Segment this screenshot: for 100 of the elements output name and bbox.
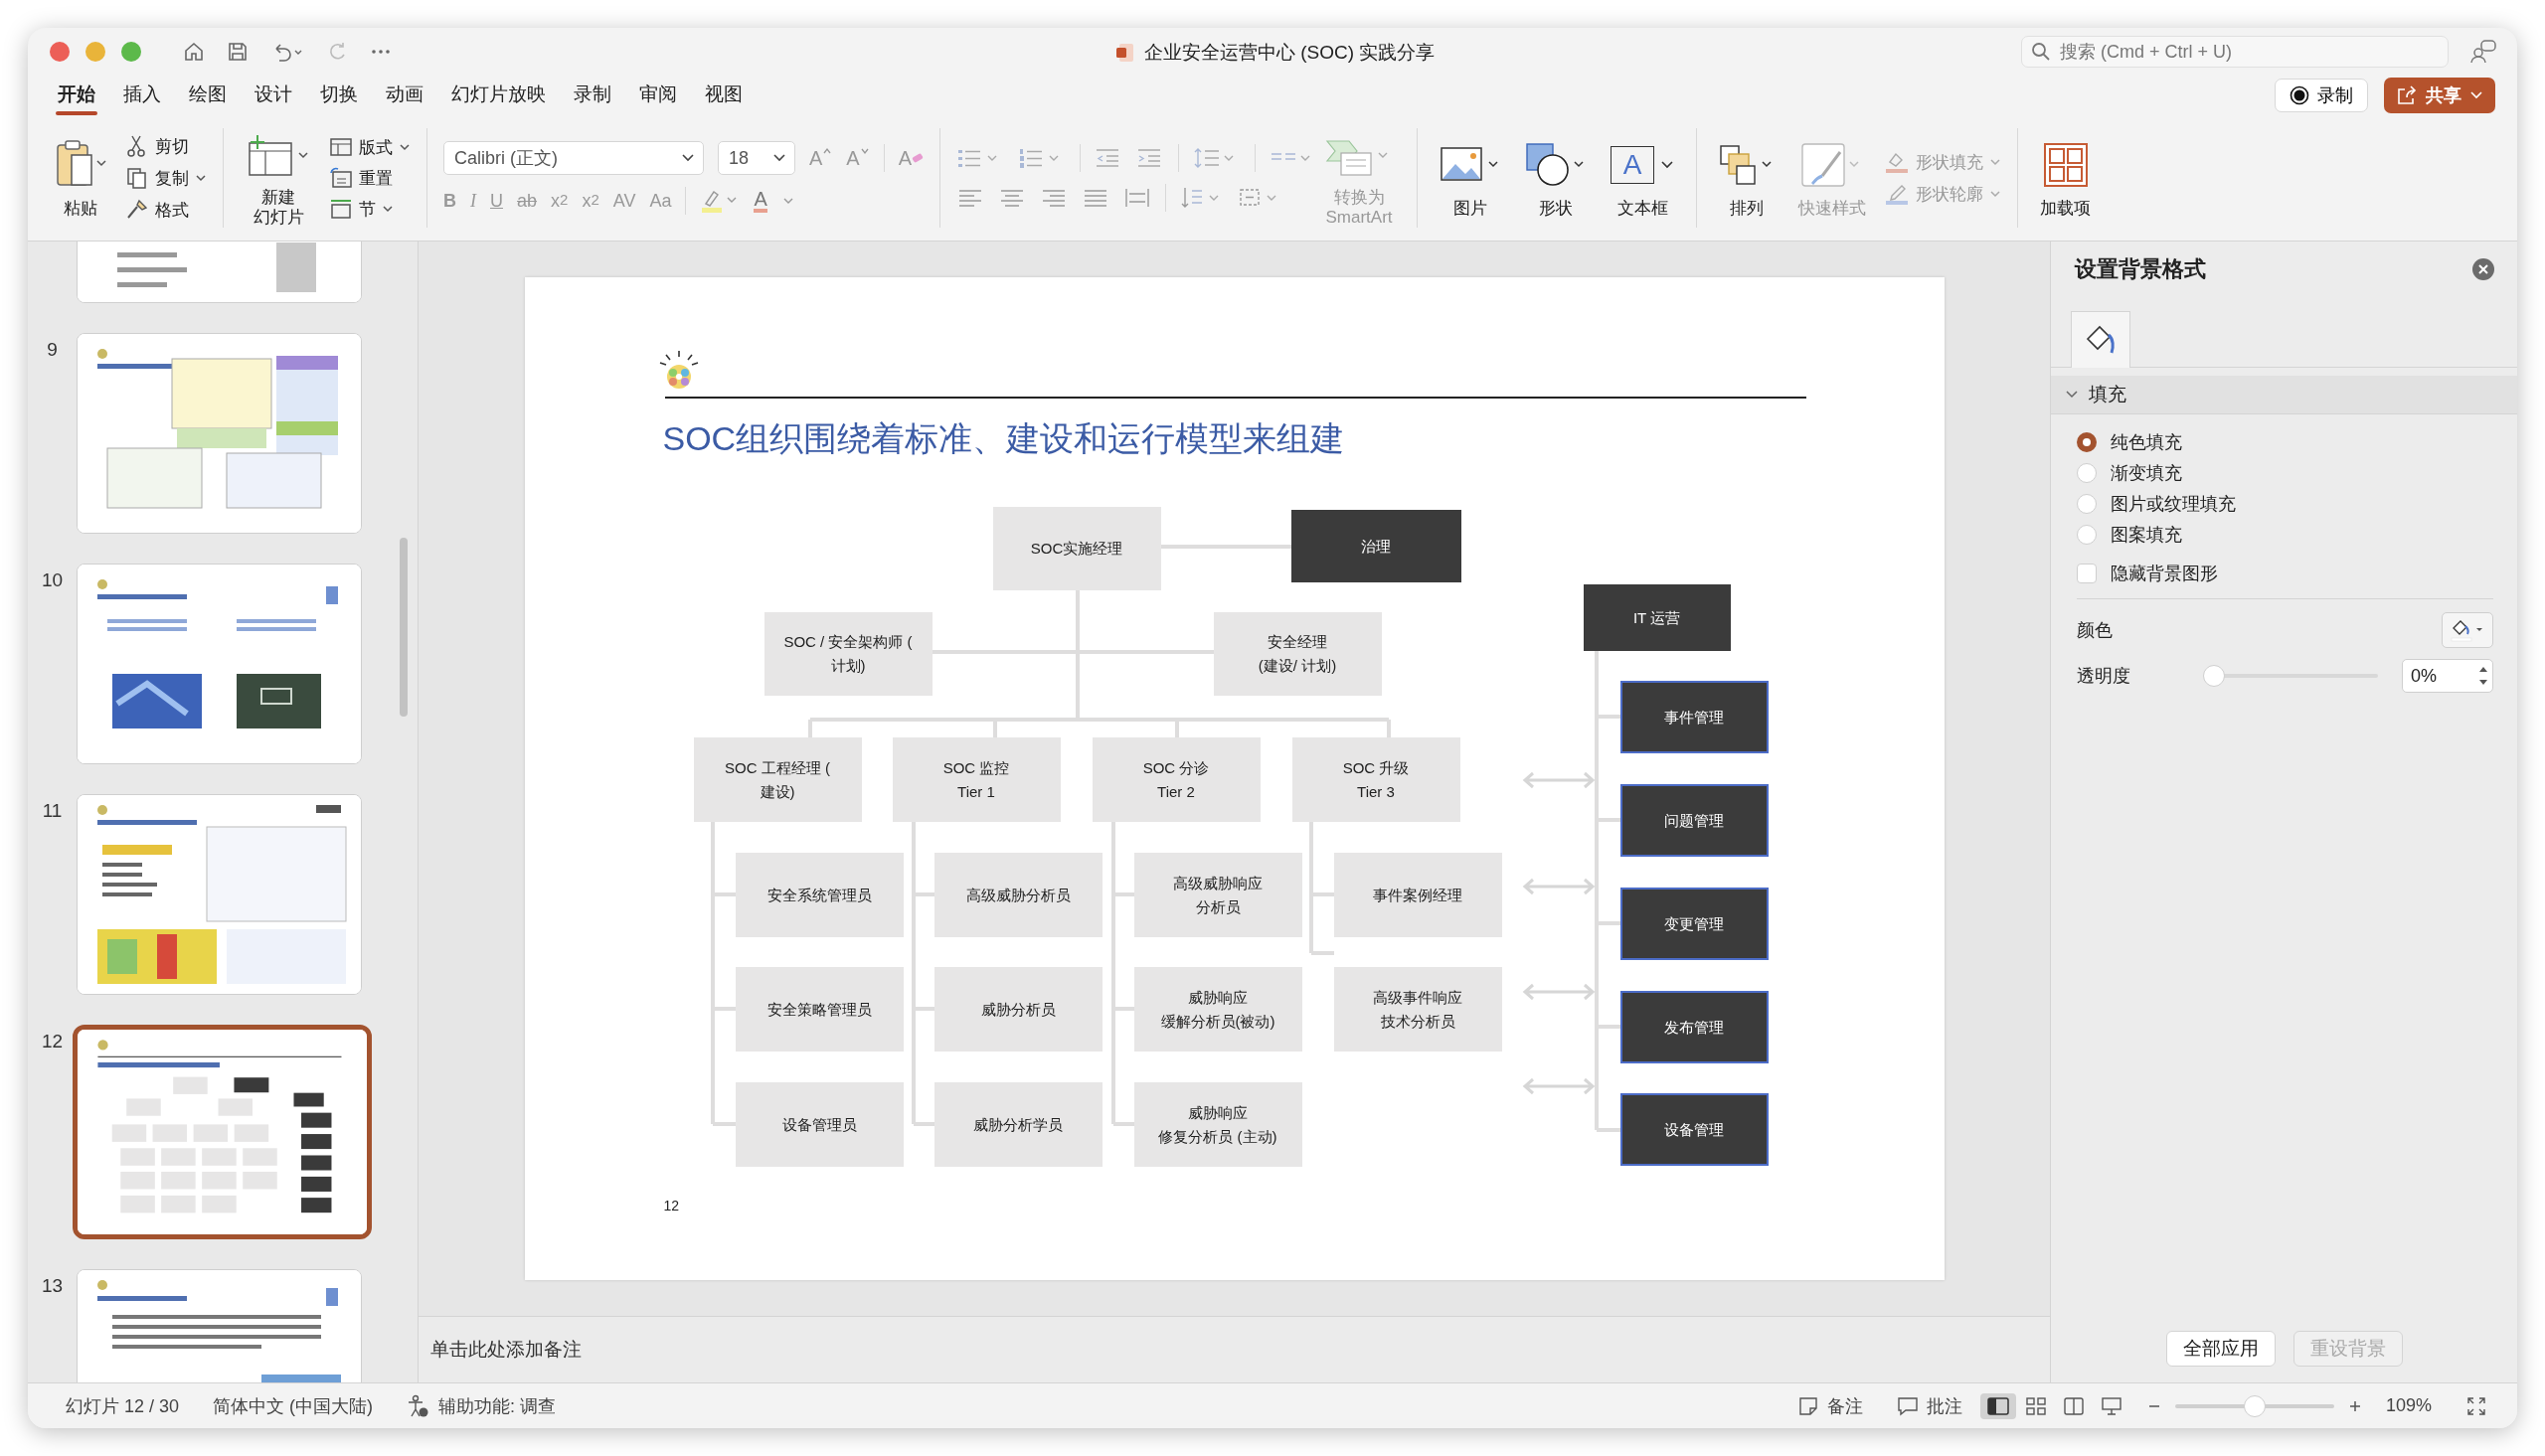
shape-button[interactable]: 形状 (1519, 136, 1594, 220)
zoom-slider-thumb[interactable] (2243, 1394, 2266, 1417)
node-label: (建设/ 计划) (1258, 656, 1337, 676)
zoom-in-icon[interactable] (2347, 1398, 2362, 1413)
node-label: Tier 2 (1157, 781, 1195, 802)
node-label: 高级威胁分析员 (965, 885, 1071, 905)
paint-bucket-icon (1884, 150, 1911, 174)
share-button[interactable]: 共享 (2384, 78, 2495, 113)
node-label: 技术分析员 (1380, 1011, 1455, 1032)
node-label: 计划) (830, 656, 866, 676)
ribbon-tab[interactable]: 插入 (109, 76, 175, 115)
notes-placeholder[interactable]: 单击此处添加备注 (430, 1337, 582, 1363)
node-label: 分析员 (1195, 896, 1241, 917)
copy-button[interactable]: 复制 (125, 166, 207, 190)
cut-button[interactable]: 剪切 (125, 134, 207, 158)
format-painter-button[interactable]: 格式 (125, 198, 207, 222)
slider-thumb[interactable] (2203, 665, 2225, 687)
notes-button[interactable]: 备注 (1796, 1393, 1863, 1418)
ribbon-tab[interactable]: 动画 (372, 76, 437, 115)
ribbon-tab[interactable]: 录制 (560, 76, 625, 115)
ribbon-tab[interactable]: 绘图 (175, 76, 241, 115)
caret-icon (382, 204, 394, 214)
chevron-icon (2065, 390, 2079, 400)
close-icon[interactable] (2471, 257, 2495, 281)
minimize-window-button[interactable] (85, 42, 105, 62)
reset-button[interactable]: 重置 (329, 166, 411, 190)
search-field[interactable]: 搜索 (Cmd + Ctrl + U) (2021, 36, 2449, 68)
node-label: 威胁响应 (1188, 987, 1248, 1008)
layout-button[interactable]: 版式 (329, 135, 411, 159)
share-icon (2396, 85, 2418, 105)
ribbon-tab[interactable]: 审阅 (625, 76, 691, 115)
node-label: 威胁分析员 (980, 999, 1056, 1020)
font-family-dropdown[interactable]: Calibri (正文) (443, 141, 704, 175)
ribbon-tab[interactable]: 视图 (691, 76, 757, 115)
node-label: 高级威胁响应 (1173, 873, 1263, 893)
caret-icon (195, 173, 207, 183)
node-label: 事件管理 (1664, 707, 1724, 728)
home-icon[interactable] (183, 41, 205, 63)
font-color-button[interactable]: A (754, 189, 767, 213)
save-icon[interactable] (227, 41, 249, 63)
record-button[interactable]: 录制 (2275, 79, 2368, 112)
ribbon-tab[interactable]: 切换 (306, 76, 372, 115)
caret-icon (1989, 157, 2002, 167)
fill-tab[interactable] (2071, 311, 2130, 368)
add-ins-button[interactable]: 加载项 (2034, 136, 2098, 220)
slide-thumbnail[interactable] (73, 1025, 372, 1239)
pane-title: 设置背景格式 (2075, 255, 2206, 283)
zoom-level[interactable]: 109% (2385, 1395, 2432, 1416)
slide-number: 10 (40, 568, 65, 591)
accessibility-icon[interactable] (407, 1393, 429, 1418)
paste-button[interactable]: 粘贴 (48, 136, 113, 220)
node-label: 高级事件响应 (1373, 987, 1462, 1008)
radio-button[interactable] (2077, 431, 2097, 452)
accessibility-status[interactable]: 辅助功能: 调查 (438, 1393, 557, 1418)
people-icon[interactable] (2469, 39, 2499, 65)
checkbox[interactable] (2077, 563, 2097, 583)
fit-to-window-icon[interactable] (2465, 1394, 2487, 1417)
view-button[interactable] (1979, 1392, 2016, 1419)
section-header[interactable]: 填充 (2051, 376, 2517, 414)
color-picker-button[interactable] (2442, 612, 2493, 648)
section-button[interactable]: 节 (329, 197, 411, 221)
radio-option[interactable]: 渐变填充 (2077, 457, 2493, 488)
presenter-view-icon (2099, 1395, 2123, 1416)
node-label: 变更管理 (1664, 913, 1724, 934)
scrollbar[interactable] (400, 538, 408, 717)
ribbon-tab[interactable]: 设计 (241, 76, 306, 115)
text-box-button[interactable]: A 文本框 (1605, 136, 1681, 220)
reading-view-icon (2061, 1395, 2086, 1416)
ribbon-tab[interactable]: 幻灯片放映 (437, 76, 560, 115)
font-size-dropdown[interactable]: 18 (718, 141, 795, 175)
comments-button[interactable]: 批注 (1896, 1393, 1962, 1418)
node-label: Tier 1 (957, 781, 995, 802)
zoom-window-button[interactable] (121, 42, 141, 62)
new-slide-button[interactable]: 新建 幻灯片 (240, 128, 317, 228)
radio-option[interactable]: 图案填充 (2077, 519, 2493, 550)
arrange-button[interactable]: 排列 (1713, 136, 1782, 220)
grid-view-icon (2023, 1395, 2048, 1416)
close-window-button[interactable] (50, 42, 70, 62)
apply-to-all-button[interactable]: 全部应用 (2165, 1331, 2276, 1367)
radio-option[interactable]: 图片或纹理填充 (2077, 488, 2493, 519)
radio-option[interactable]: 纯色填充 (2077, 426, 2493, 457)
node-label: SOC 监控 (942, 757, 1010, 778)
transparency-field[interactable]: 0% (2402, 659, 2493, 693)
checkbox-option[interactable]: 隐藏背景图形 (2077, 558, 2493, 588)
node-label: 安全系统管理员 (766, 885, 872, 905)
reset-icon (329, 167, 353, 189)
node-label: SOC 工程经理 ( (725, 757, 830, 778)
distribute-icon[interactable] (1123, 186, 1152, 210)
speech-bubble-icon (1896, 1394, 1919, 1417)
node-label: 设备管理 (1664, 1119, 1724, 1140)
caret-icon (681, 153, 695, 163)
caret-icon (772, 153, 786, 163)
node-label: 缓解分析员(被动) (1160, 1011, 1275, 1032)
language-status[interactable]: 简体中文 (中国大陆) (213, 1393, 374, 1418)
eraser-icon (912, 153, 925, 163)
node-label: SOC实施经理 (1030, 539, 1123, 559)
transparency-label: 透明度 (2077, 665, 2130, 688)
ribbon-tab[interactable]: 开始 (44, 76, 109, 115)
node-label: 事件案例经理 (1373, 885, 1462, 905)
picture-button[interactable]: 图片 (1434, 136, 1508, 220)
